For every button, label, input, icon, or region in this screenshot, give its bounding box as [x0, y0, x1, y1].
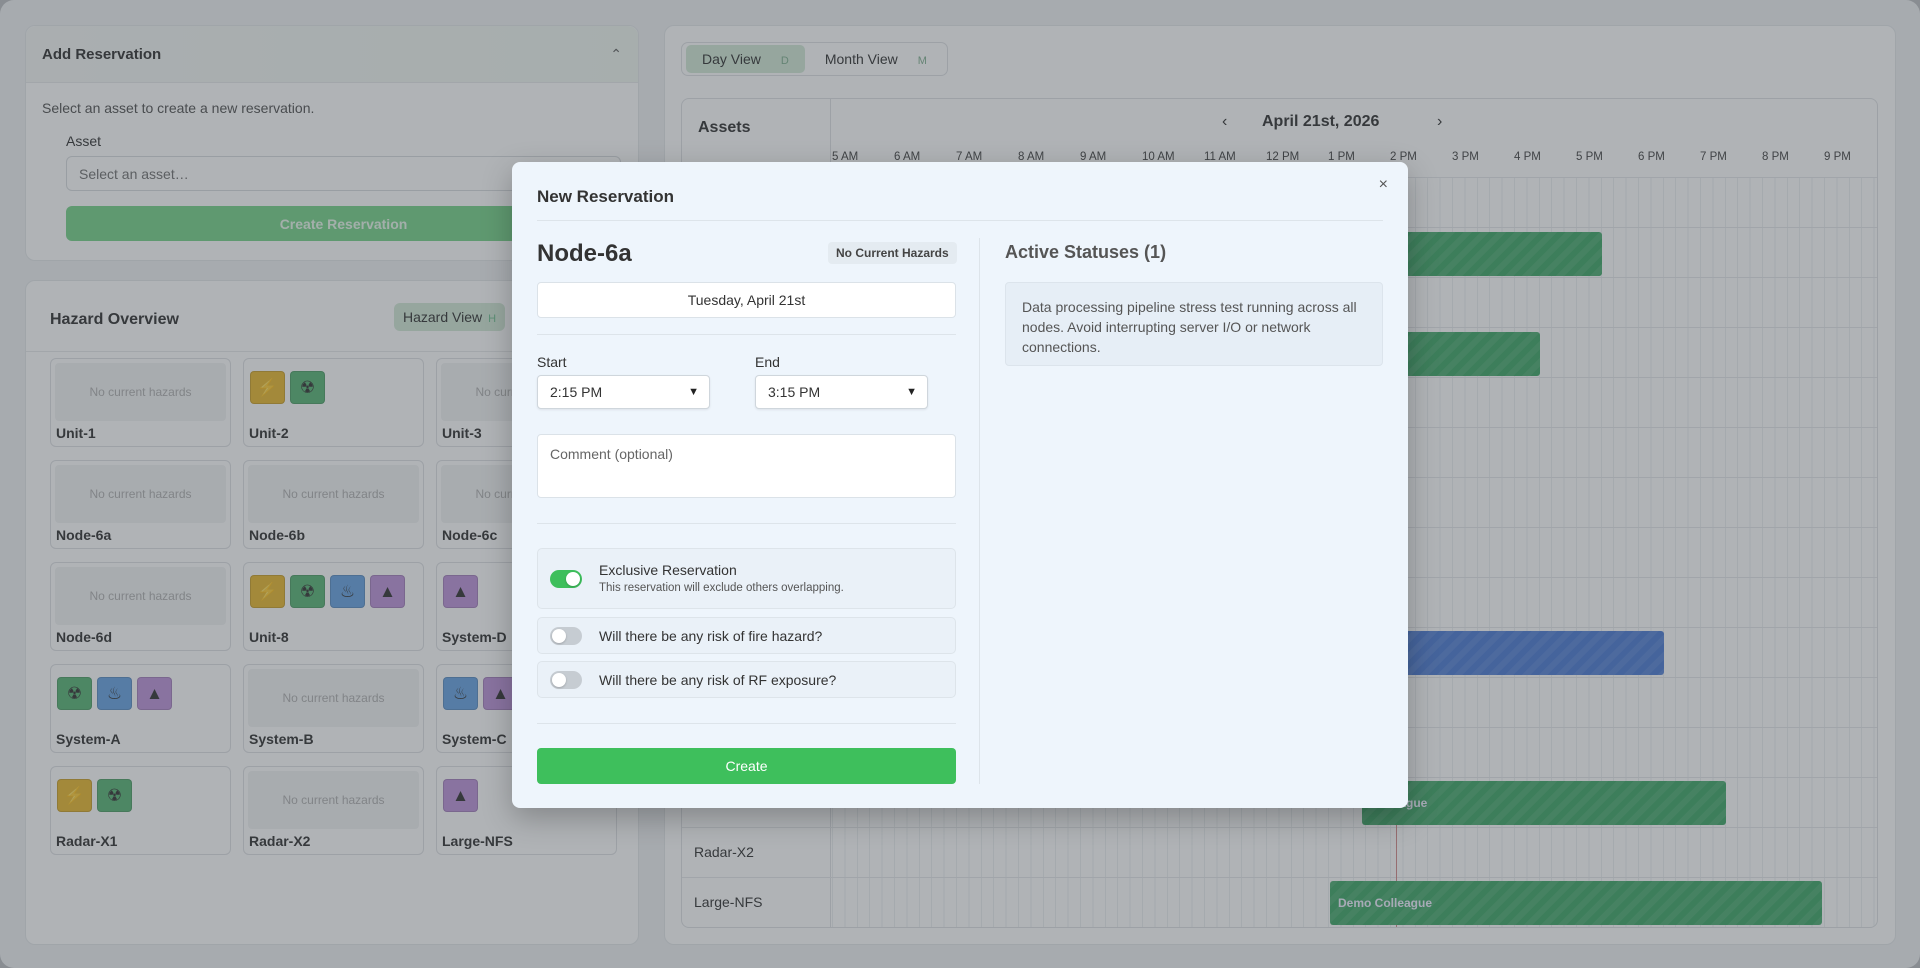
create-button[interactable]: Create — [537, 748, 956, 784]
new-reservation-modal: New Reservation × Node-6a No Current Haz… — [512, 162, 1408, 808]
toggle-knob — [552, 629, 566, 643]
rf-exposure-option: Will there be any risk of RF exposure? — [537, 661, 956, 698]
toggle-knob — [552, 673, 566, 687]
reservation-date: Tuesday, April 21st — [537, 282, 956, 318]
start-label: Start — [537, 354, 567, 370]
fire-hazard-option: Will there be any risk of fire hazard? — [537, 617, 956, 654]
divider — [537, 723, 956, 724]
end-time-value: 3:15 PM — [768, 384, 821, 400]
divider — [537, 220, 1383, 221]
column-divider — [979, 238, 980, 784]
start-time-value: 2:15 PM — [550, 384, 603, 400]
exclusive-reservation-toggle[interactable] — [550, 570, 582, 588]
status-message: Data processing pipeline stress test run… — [1005, 282, 1383, 366]
chevron-down-icon: ▼ — [688, 386, 699, 398]
chevron-down-icon: ▼ — [906, 386, 917, 398]
modal-title: New Reservation — [537, 187, 674, 206]
divider — [537, 334, 956, 335]
start-time-select[interactable]: 2:15 PM ▼ — [537, 375, 710, 409]
end-label: End — [755, 354, 780, 370]
asset-name: Node-6a — [537, 240, 632, 267]
rf-exposure-toggle[interactable] — [550, 671, 582, 689]
close-icon[interactable]: × — [1379, 176, 1388, 194]
divider — [537, 523, 956, 524]
exclusive-reservation-option: Exclusive Reservation This reservation w… — [537, 548, 956, 609]
exclusive-reservation-label: Exclusive Reservation — [599, 562, 737, 578]
toggle-knob — [566, 572, 580, 586]
fire-hazard-question: Will there be any risk of fire hazard? — [599, 628, 823, 644]
rf-exposure-question: Will there be any risk of RF exposure? — [599, 672, 837, 688]
hazard-status-badge: No Current Hazards — [828, 242, 957, 264]
end-time-select[interactable]: 3:15 PM ▼ — [755, 375, 928, 409]
exclusive-reservation-description: This reservation will exclude others ove… — [599, 582, 844, 594]
comment-field[interactable]: Comment (optional) — [537, 434, 956, 498]
fire-hazard-toggle[interactable] — [550, 627, 582, 645]
active-statuses-title: Active Statuses (1) — [1005, 242, 1167, 262]
